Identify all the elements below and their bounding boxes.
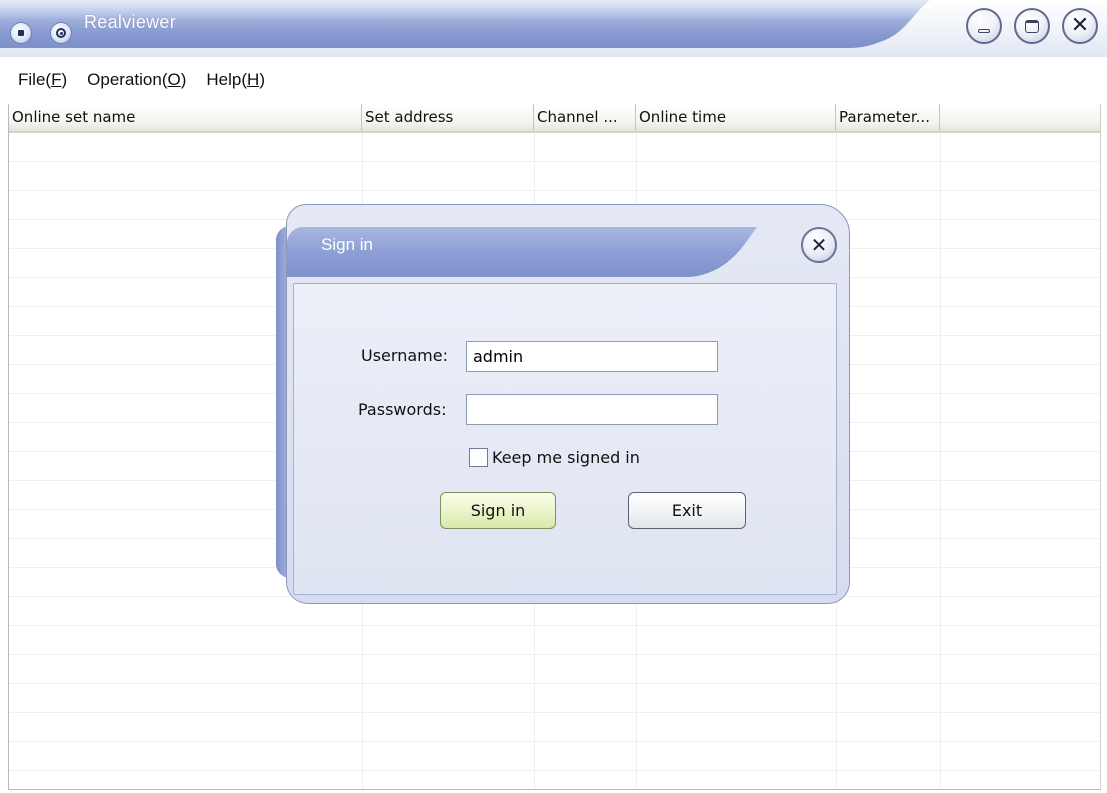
exit-button[interactable]: Exit [628, 492, 746, 529]
password-label: Passwords: [358, 400, 447, 419]
sign-in-button[interactable]: Sign in [440, 492, 556, 529]
dialog-body: Sign in ✕ Username: Passwords: Keep me s… [286, 204, 850, 604]
menu-operation[interactable]: Operation(O) [87, 70, 186, 90]
window-title: Realviewer [84, 12, 177, 32]
menu-help[interactable]: Help(H) [206, 70, 265, 90]
minimize-button[interactable] [966, 8, 1002, 44]
column-header-parameter[interactable]: Parameter... [836, 104, 940, 131]
keep-signed-in-checkbox[interactable] [469, 448, 488, 467]
dialog-close-button[interactable]: ✕ [801, 227, 837, 263]
menu-bar: File(F) Operation(O) Help(H) [0, 65, 1107, 95]
column-header-filler [940, 104, 1100, 131]
column-header-channel[interactable]: Channel ... [534, 104, 636, 131]
system-menu-icon[interactable] [10, 22, 32, 44]
maximize-button[interactable] [1014, 8, 1050, 44]
skin-icon[interactable] [50, 22, 72, 44]
username-input[interactable] [466, 341, 718, 372]
table-header: Online set name Set address Channel ... … [9, 104, 1100, 133]
app-window: Realviewer ✕ File(F) Operation(O) Help(H… [0, 0, 1107, 793]
sign-in-form: Username: Passwords: Keep me signed in S… [293, 283, 837, 595]
close-icon: ✕ [810, 233, 828, 257]
dialog-title: Sign in [321, 235, 373, 254]
title-bar[interactable]: Realviewer ✕ [0, 0, 1107, 57]
column-header-set-address[interactable]: Set address [362, 104, 534, 131]
maximize-icon [1025, 19, 1039, 33]
column-header-online-set-name[interactable]: Online set name [9, 104, 362, 131]
close-button[interactable]: ✕ [1062, 8, 1098, 44]
minimize-icon [978, 29, 990, 33]
close-icon: ✕ [1070, 13, 1090, 38]
password-input[interactable] [466, 394, 718, 425]
username-label: Username: [361, 346, 448, 365]
sign-in-dialog: Sign in ✕ Username: Passwords: Keep me s… [276, 204, 850, 604]
column-header-online-time[interactable]: Online time [636, 104, 836, 131]
menu-file[interactable]: File(F) [18, 70, 67, 90]
keep-signed-in-label[interactable]: Keep me signed in [492, 448, 640, 467]
